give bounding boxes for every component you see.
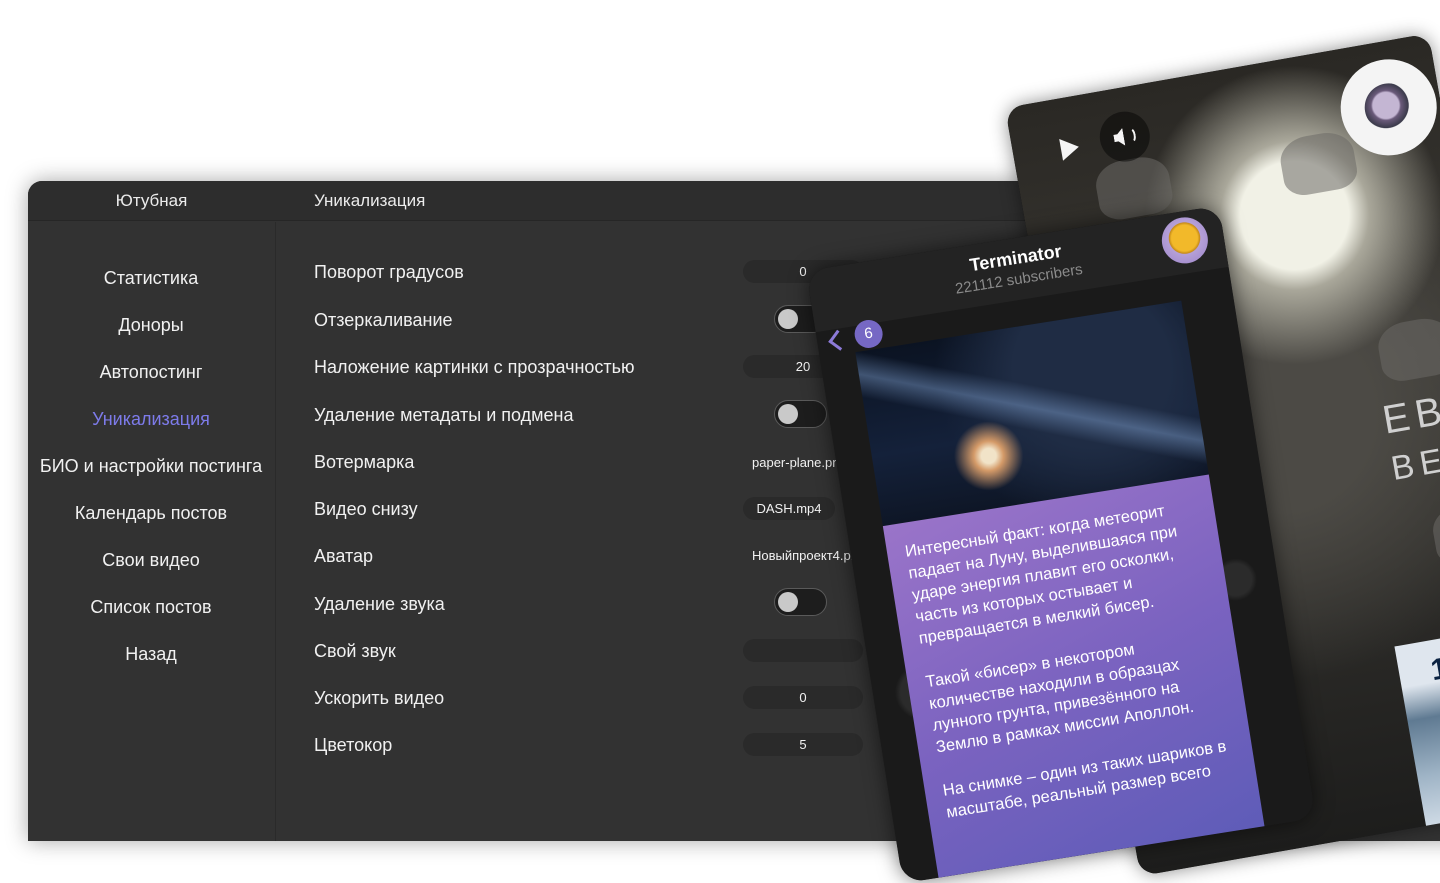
remove-sound-toggle[interactable] bbox=[774, 588, 827, 616]
sidebar-item-autoposting[interactable]: Автопостинг bbox=[28, 362, 274, 383]
play-icon[interactable] bbox=[1059, 135, 1081, 161]
sidebar-item-own-videos[interactable]: Свои видео bbox=[28, 550, 274, 571]
sidebar-item-post-list[interactable]: Список постов bbox=[28, 597, 274, 618]
speed-up-label: Ускорить видео bbox=[314, 688, 445, 708]
sidebar-item-bio-settings[interactable]: БИО и настройки постинга bbox=[28, 456, 274, 477]
rotation-label: Поворот градусов bbox=[314, 262, 464, 282]
video-below-label: Видео снизу bbox=[314, 499, 418, 519]
message-paragraph: Интересный факт: когда метеорит падает н… bbox=[903, 501, 1179, 648]
watermark-label: Вотермарка bbox=[314, 452, 415, 472]
sidebar-item-donors[interactable]: Доноры bbox=[28, 315, 274, 336]
app-title: Ютубная bbox=[115, 191, 188, 210]
avatar-label: Аватар bbox=[314, 546, 374, 566]
sidebar: Статистика Доноры Автопостинг Уникализац… bbox=[28, 222, 276, 841]
sidebar-item-statistics[interactable]: Статистика bbox=[28, 268, 274, 289]
message-paragraph: Такой «бисер» в некотором количестве нах… bbox=[924, 640, 1196, 757]
toggle-knob bbox=[778, 309, 798, 329]
sidebar-item-post-calendar[interactable]: Календарь постов bbox=[28, 503, 274, 524]
page-title: Уникализация bbox=[314, 191, 426, 210]
own-sound-label: Свой звук bbox=[314, 641, 396, 661]
metadata-label: Удаление метадаты и подмена bbox=[314, 405, 574, 425]
toggle-knob bbox=[778, 404, 798, 424]
speed-up-input[interactable]: 0 bbox=[743, 686, 863, 709]
remove-sound-label: Удаление звука bbox=[314, 594, 445, 614]
toggle-knob bbox=[778, 592, 798, 612]
metadata-toggle[interactable] bbox=[774, 400, 827, 428]
post-message: Интересный факт: когда метеорит падает н… bbox=[882, 474, 1266, 882]
color-correction-input[interactable]: 5 bbox=[743, 733, 863, 756]
speaker-wave-icon bbox=[1124, 126, 1138, 145]
sidebar-item-back[interactable]: Назад bbox=[28, 644, 274, 665]
avatar-file-input[interactable]: Новыйпроект4.png bbox=[743, 544, 853, 567]
skull-logo-icon bbox=[1360, 79, 1417, 136]
own-sound-input[interactable] bbox=[743, 639, 863, 662]
video-below-file-input[interactable]: DASH.mp4 bbox=[743, 497, 835, 520]
color-correction-label: Цветокор bbox=[314, 735, 393, 755]
overlay-label: Наложение картинки с прозрачностью bbox=[314, 357, 635, 377]
speaker-icon bbox=[1112, 128, 1125, 147]
sidebar-item-uniqualization[interactable]: Уникализация bbox=[28, 409, 274, 430]
mirroring-label: Отзеркаливание bbox=[314, 310, 453, 330]
